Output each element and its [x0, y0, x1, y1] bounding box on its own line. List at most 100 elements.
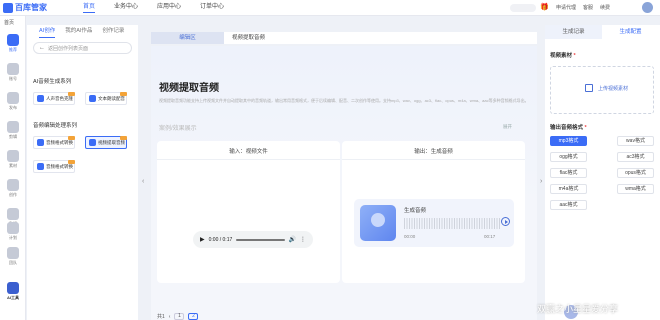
tab-video-extract[interactable]: 视频提取音频 — [224, 32, 537, 44]
rail-item-team[interactable]: 团队 — [0, 247, 26, 266]
card-label: 视频提取音频 — [98, 139, 125, 145]
format-opus[interactable]: opus格式 — [617, 168, 654, 178]
page-1[interactable]: 1 — [174, 313, 185, 320]
rail-item-account[interactable]: 账号 — [0, 63, 26, 82]
rail-item-create[interactable]: 创作 — [0, 179, 26, 198]
tab-gen-config[interactable]: 生成配置 — [602, 25, 659, 39]
video-audio-player[interactable]: ▶ 0:00 / 0:17 🔊 ⋮ — [193, 231, 313, 248]
rail-item-plan[interactable]: 计划 — [0, 222, 26, 241]
divider — [342, 159, 525, 160]
tab-edit-area[interactable]: 编辑区 — [151, 32, 224, 44]
nav-home[interactable]: 首页 — [83, 3, 96, 13]
main-area: 视频提取音频 视频提取音频功能支持上传视频文件并自动提取其中的音频轨道，输出常用… — [151, 46, 537, 320]
badge — [120, 136, 127, 140]
nav-business[interactable]: 业务中心 — [114, 3, 138, 13]
calendar-icon — [7, 222, 19, 234]
card-label: 音频格式转换 — [46, 139, 73, 145]
divider — [157, 159, 340, 160]
publish-icon — [7, 92, 19, 104]
prev-page-icon[interactable]: ‹ — [169, 314, 171, 320]
gift-icon[interactable]: 🎁 — [540, 3, 549, 11]
more-icon[interactable]: ⋮ — [300, 236, 306, 243]
rail-item-recommend[interactable]: 推荐 — [0, 34, 26, 53]
tab-gen-records[interactable]: 生成记录 — [545, 25, 602, 39]
voice-icon — [37, 95, 44, 102]
badge — [68, 136, 75, 140]
upload-video-area[interactable]: 上传视频素材 — [550, 66, 654, 114]
card-video-extract-audio[interactable]: 视频提取音频 — [85, 136, 127, 149]
card-voice-clone[interactable]: 人声音色克隆 — [33, 92, 75, 105]
pen-icon — [7, 179, 19, 191]
rail-label: 团队 — [9, 260, 17, 265]
generated-audio-card: 生成音频 00:00 00:17 — [354, 199, 514, 247]
tab-ai-create[interactable]: AI创作 — [39, 25, 56, 38]
expand-link[interactable]: 展开 — [503, 124, 512, 130]
video-material-label: 视频素材 * — [550, 51, 576, 59]
rail-item-material[interactable]: 素材 — [0, 150, 26, 169]
nav-orders[interactable]: 订单中心 — [200, 3, 224, 13]
player-time: 0:00 / 0:17 — [208, 236, 233, 243]
left-tabs: AI创作 我的AI作品 创作记录 — [27, 25, 138, 38]
rail-label: 推荐 — [9, 47, 17, 52]
input-box-title: 输入：视频文件 — [229, 149, 268, 155]
rail-label: 发布 — [9, 105, 17, 110]
avatar[interactable] — [642, 2, 653, 13]
logo[interactable]: 百库管家 — [3, 2, 47, 13]
search-input[interactable] — [510, 4, 536, 12]
extract-icon — [89, 139, 96, 146]
label-text: 视频素材 — [550, 53, 573, 59]
badge — [68, 92, 75, 96]
top-nav: 首页 业务中心 应用中心 订单中心 — [83, 3, 224, 13]
format-ogg[interactable]: ogg格式 — [550, 152, 587, 162]
rail-item-ai-tools[interactable]: AI工具 — [0, 282, 26, 301]
card-audio-convert[interactable]: 音频格式转换 — [33, 136, 75, 149]
upload-text: 上传视频素材 — [598, 86, 629, 92]
format-mp3[interactable]: mp3格式 — [550, 136, 587, 146]
team-icon — [7, 247, 19, 259]
waveform — [404, 218, 500, 229]
ai-icon — [7, 282, 19, 294]
apply-agent-link[interactable]: 申请代理 — [556, 4, 576, 11]
right-tabs: 生成记录 生成配置 — [545, 25, 660, 39]
account-icon — [7, 63, 19, 75]
format-m4a[interactable]: m4a格式 — [550, 184, 587, 194]
rail-item-edit[interactable]: 剪辑 — [0, 121, 26, 140]
nav-apps[interactable]: 应用中心 — [157, 3, 181, 13]
convert-icon — [37, 163, 44, 170]
rail-label: 账号 — [9, 76, 17, 81]
renew-link[interactable]: 续费 — [600, 4, 610, 11]
page-title: 视频提取音频 — [159, 83, 219, 94]
rail-label: 创作 — [9, 192, 17, 197]
pager-label: 共1 — [157, 314, 165, 320]
rail-label: AI工具 — [7, 295, 19, 300]
rail-item-publish[interactable]: 发布 — [0, 92, 26, 111]
rail-label: 素材 — [9, 163, 17, 168]
output-box: 输出：生成音频 生成音频 00:00 00:17 — [342, 141, 525, 283]
center-tabs: 编辑区 视频提取音频 — [151, 32, 537, 44]
card-audio-convert-2[interactable]: 音频格式转换 — [33, 160, 75, 173]
collapse-right-icon[interactable]: › — [540, 178, 542, 185]
audio-start-time: 00:00 — [404, 234, 416, 239]
logo-icon — [3, 2, 13, 13]
service-link[interactable]: 客服 — [583, 4, 593, 11]
top-bar: 百库管家 首页 业务中心 应用中心 订单中心 🎁 申请代理 客服 续费 — [0, 0, 660, 16]
tab-my-ai-works[interactable]: 我的AI作品 — [65, 25, 92, 38]
badge — [120, 92, 127, 96]
collapse-left-icon[interactable]: ‹ — [142, 178, 144, 185]
generated-audio-name: 生成音频 — [404, 208, 427, 214]
back-arrow-icon[interactable]: ← — [39, 45, 45, 51]
format-aac[interactable]: aac格式 — [550, 200, 587, 210]
format-flac[interactable]: flac格式 — [550, 168, 587, 178]
progress-bar[interactable] — [236, 238, 285, 241]
format-wav[interactable]: wav格式 — [617, 136, 654, 146]
page-2[interactable]: 2 — [188, 313, 199, 320]
volume-icon[interactable]: 🔊 — [289, 236, 296, 243]
play-icon[interactable]: ▶ — [200, 236, 205, 243]
folder-icon — [7, 150, 19, 162]
back-to-list-bar[interactable]: ← 返回创作列表页面 — [33, 42, 132, 54]
play-button-icon[interactable] — [501, 217, 510, 226]
tab-create-records[interactable]: 创作记录 — [102, 25, 124, 38]
format-wma[interactable]: wma格式 — [617, 184, 654, 194]
card-text-to-speech[interactable]: 文本朗读配音 — [85, 92, 127, 105]
format-ac3[interactable]: ac3格式 — [617, 152, 654, 162]
